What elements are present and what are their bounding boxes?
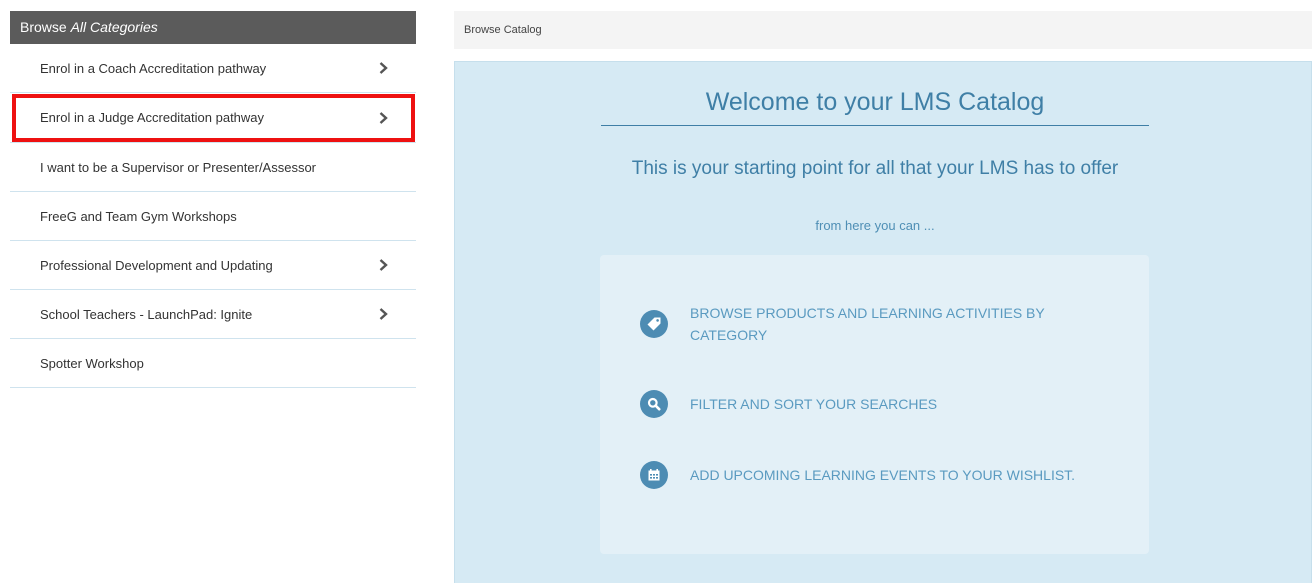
category-item-freeg-team-gym[interactable]: FreeG and Team Gym Workshops — [10, 192, 416, 241]
breadcrumb-link[interactable]: Browse Catalog — [464, 24, 542, 36]
sidebar-header-prefix: Browse — [20, 19, 71, 35]
category-item-professional-development[interactable]: Professional Development and Updating — [10, 241, 416, 290]
feature-text: FILTER AND SORT YOUR SEARCHES — [690, 396, 938, 412]
feature-filter: FILTER AND SORT YOUR SEARCHES — [640, 390, 1120, 418]
feature-browse: BROWSE PRODUCTS AND LEARNING ACTIVITIES … — [640, 302, 1120, 346]
feature-text: BROWSE PRODUCTS AND LEARNING ACTIVITIES … — [690, 305, 1045, 343]
category-label: Professional Development and Updating — [40, 258, 273, 273]
category-label: I want to be a Supervisor or Presenter/A… — [40, 160, 317, 175]
search-icon — [640, 390, 668, 418]
chevron-right-icon — [379, 93, 388, 142]
category-list: Enrol in a Coach Accreditation pathway E… — [10, 44, 416, 388]
category-item-spotter-workshop[interactable]: Spotter Workshop — [10, 339, 416, 388]
calendar-icon — [640, 461, 668, 489]
breadcrumb: Browse Catalog — [454, 11, 1312, 49]
welcome-subtitle: This is your starting point for all that… — [631, 158, 1119, 179]
page-title: Welcome to your LMS Catalog — [601, 82, 1149, 126]
welcome-note: from here you can ... — [815, 218, 935, 233]
category-item-supervisor-presenter[interactable]: I want to be a Supervisor or Presenter/A… — [10, 143, 416, 192]
category-item-judge-accreditation[interactable]: Enrol in a Judge Accreditation pathway — [10, 93, 416, 143]
category-label: FreeG and Team Gym Workshops — [40, 209, 237, 224]
category-item-school-teachers[interactable]: School Teachers - LaunchPad: Ignite — [10, 290, 416, 339]
category-item-coach-accreditation[interactable]: Enrol in a Coach Accreditation pathway — [10, 44, 416, 93]
category-label: Enrol in a Judge Accreditation pathway — [40, 110, 265, 125]
chevron-right-icon — [379, 44, 388, 92]
chevron-right-icon — [379, 290, 388, 338]
tag-icon — [640, 310, 668, 338]
sidebar-header-emphasis: All Categories — [70, 19, 158, 35]
chevron-right-icon — [379, 241, 388, 289]
feature-text: ADD UPCOMING LEARNING EVENTS TO YOUR WIS… — [690, 467, 1076, 483]
sidebar-header: Browse All Categories — [10, 11, 416, 44]
category-label: School Teachers - LaunchPad: Ignite — [40, 307, 253, 322]
category-sidebar: Browse All Categories Enrol in a Coach A… — [10, 11, 416, 388]
feature-wishlist: ADD UPCOMING LEARNING EVENTS TO YOUR WIS… — [640, 461, 1120, 489]
category-label: Spotter Workshop — [40, 356, 144, 371]
welcome-panel: Welcome to your LMS Catalog This is your… — [454, 61, 1312, 583]
category-label: Enrol in a Coach Accreditation pathway — [40, 61, 267, 76]
features-box: BROWSE PRODUCTS AND LEARNING ACTIVITIES … — [600, 255, 1149, 554]
